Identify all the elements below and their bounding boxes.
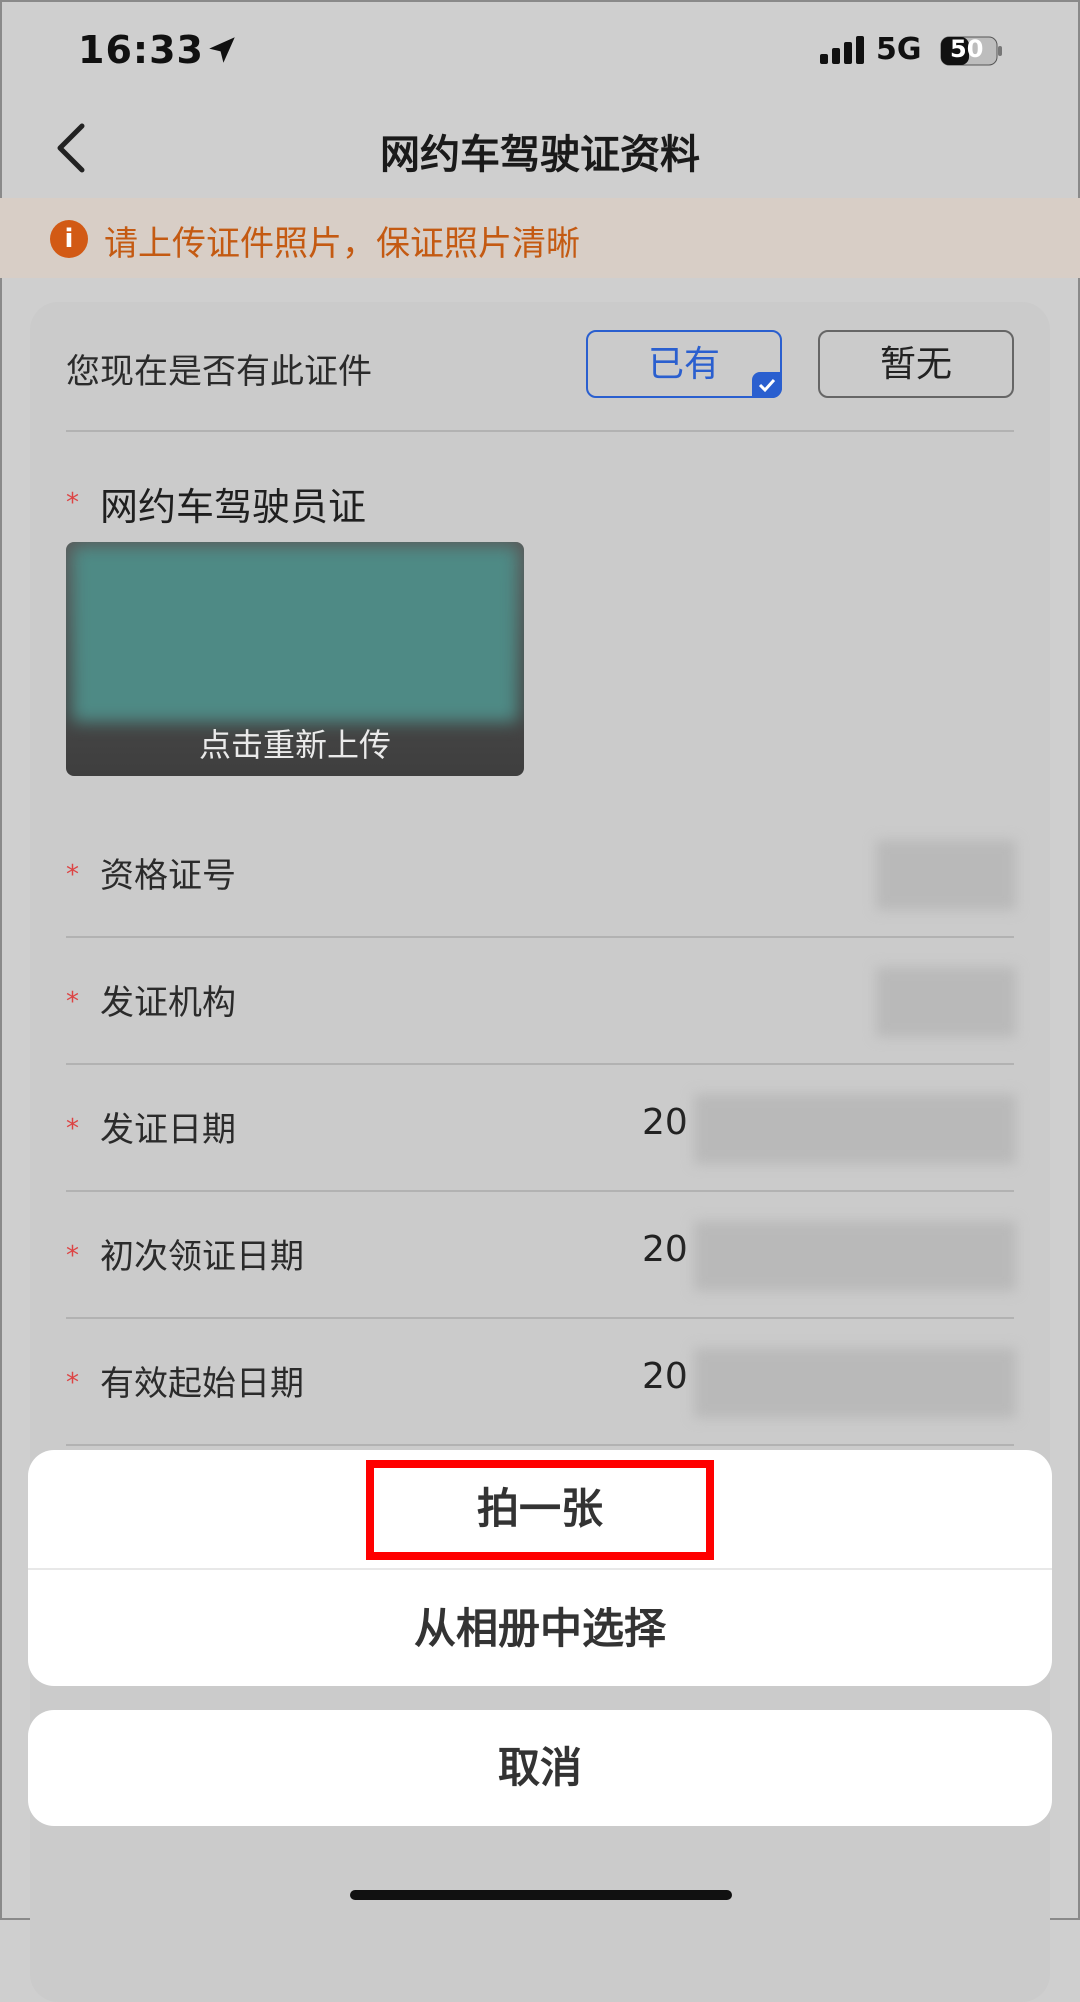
- divider: [66, 1444, 1014, 1446]
- divider: [66, 430, 1014, 432]
- required-mark: *: [66, 1114, 79, 1144]
- required-mark: *: [66, 488, 79, 518]
- battery-level: 50: [950, 35, 984, 63]
- option-none-label: 暂无: [879, 344, 952, 385]
- cellular-signal-icon: [820, 36, 864, 64]
- field-row-first-issue-date[interactable]: * 初次领证日期 20: [66, 1191, 1016, 1317]
- field-row-issue-date[interactable]: * 发证日期 20: [66, 1064, 1016, 1190]
- field-label: 发证机构: [100, 983, 236, 1023]
- field-row-issuing-authority[interactable]: * 发证机构: [66, 937, 1016, 1063]
- cancel-button[interactable]: 取消: [28, 1710, 1052, 1826]
- required-mark: *: [66, 860, 79, 890]
- status-bar: 16:33 5G 50: [0, 0, 1080, 100]
- location-arrow-icon: [209, 37, 235, 63]
- checkmark-icon: [752, 372, 782, 398]
- page-title: 网约车驾驶证资料: [380, 132, 700, 178]
- certificate-photo-upload[interactable]: 点击重新上传: [66, 542, 524, 776]
- option-none-button[interactable]: 暂无: [818, 330, 1014, 398]
- redacted-value: [694, 1348, 1016, 1418]
- required-mark: *: [66, 1368, 79, 1398]
- field-value: 20: [642, 1229, 688, 1270]
- choose-from-album-option[interactable]: 从相册中选择: [28, 1570, 1052, 1686]
- field-label: 资格证号: [100, 856, 236, 896]
- redacted-value: [694, 1094, 1016, 1164]
- redacted-value: [876, 967, 1016, 1037]
- field-label: 初次领证日期: [100, 1237, 304, 1277]
- option-have-label: 已有: [647, 344, 720, 385]
- certificate-photo: [72, 546, 518, 722]
- required-mark: *: [66, 987, 79, 1017]
- field-value: 20: [642, 1102, 688, 1143]
- status-time: 16:33: [78, 28, 204, 72]
- field-row-valid-start-date[interactable]: * 有效起始日期 20: [66, 1318, 1016, 1444]
- field-value: 20: [642, 1356, 688, 1397]
- redacted-value: [876, 840, 1016, 910]
- battery-icon: 50: [940, 35, 1004, 66]
- required-mark: *: [66, 1241, 79, 1271]
- has-certificate-label: 您现在是否有此证件: [66, 352, 372, 392]
- field-row-qualification-number[interactable]: * 资格证号: [66, 810, 1016, 936]
- info-icon: i: [50, 220, 88, 258]
- notice-text: 请上传证件照片，保证照片清晰: [104, 224, 580, 264]
- certificate-title: 网约车驾驶员证: [100, 485, 367, 529]
- option-have-button[interactable]: 已有: [586, 330, 782, 398]
- field-label: 发证日期: [100, 1110, 236, 1150]
- redacted-value: [694, 1221, 1016, 1291]
- network-type: 5G: [876, 32, 922, 67]
- highlight-box: [366, 1460, 714, 1560]
- field-label: 有效起始日期: [100, 1364, 304, 1404]
- reupload-label: 点击重新上传: [198, 726, 391, 764]
- upload-notice: i 请上传证件照片，保证照片清晰: [0, 198, 1080, 278]
- home-indicator: [350, 1890, 732, 1900]
- nav-bar: 网约车驾驶证资料: [0, 100, 1080, 196]
